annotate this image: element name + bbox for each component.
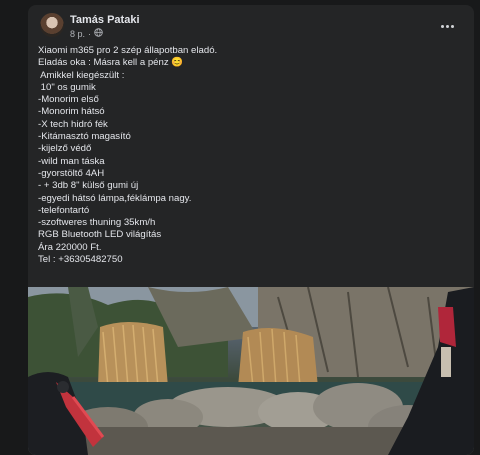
- author-name[interactable]: Tamás Pataki: [70, 14, 140, 26]
- post-text-line: -telefontartó: [38, 204, 90, 216]
- post-text-line: -kijelző védő: [38, 143, 92, 155]
- post-text-line: 10" os gumik: [38, 81, 96, 93]
- post-text-line: Eladás oka : Másra kell a pénz 😊: [38, 57, 184, 69]
- post-text-line: -wild man táska: [38, 155, 105, 167]
- post-card: Tamás Pataki 8 p. · Xiaomi m365 pro 2 sz…: [28, 5, 474, 455]
- globe-icon: [94, 28, 103, 39]
- post-text-line: Amikkel kiegészült :: [38, 69, 125, 81]
- post-text: Xiaomi m365 pro 2 szép állapotban eladó.…: [38, 45, 458, 266]
- post-text-line: -egyedi hátsó lámpa,féklámpa nagy.: [38, 192, 192, 204]
- post-text-line: Tel : +36305482750: [38, 254, 123, 266]
- post-text-line: -X tech hidró fék: [38, 118, 108, 130]
- post-meta: 8 p. ·: [70, 28, 103, 39]
- post-time[interactable]: 8 p.: [70, 29, 85, 39]
- post-text-line: RGB Bluetooth LED világítás: [38, 229, 162, 241]
- more-options-icon[interactable]: [438, 19, 456, 33]
- author-avatar[interactable]: [40, 13, 64, 37]
- post-text-line: -Monorim első: [38, 94, 99, 106]
- post-text-line: -Kitámasztó magasító: [38, 131, 131, 143]
- post-text-line: Xiaomi m365 pro 2 szép állapotban eladó.: [38, 45, 218, 56]
- post-text-line: Ára 220000 Ft.: [38, 241, 102, 253]
- meta-separator: ·: [88, 28, 92, 39]
- post-text-line: - + 3db 8" külső gumi új: [38, 180, 139, 192]
- post-photo[interactable]: [28, 287, 474, 455]
- post-text-line: -Monorim hátsó: [38, 106, 105, 118]
- post-text-line: -gyorstöltő 4AH: [38, 167, 105, 179]
- post-text-line: -szoftweres thuning 35km/h: [38, 217, 156, 229]
- post-header: Tamás Pataki 8 p. ·: [40, 13, 466, 43]
